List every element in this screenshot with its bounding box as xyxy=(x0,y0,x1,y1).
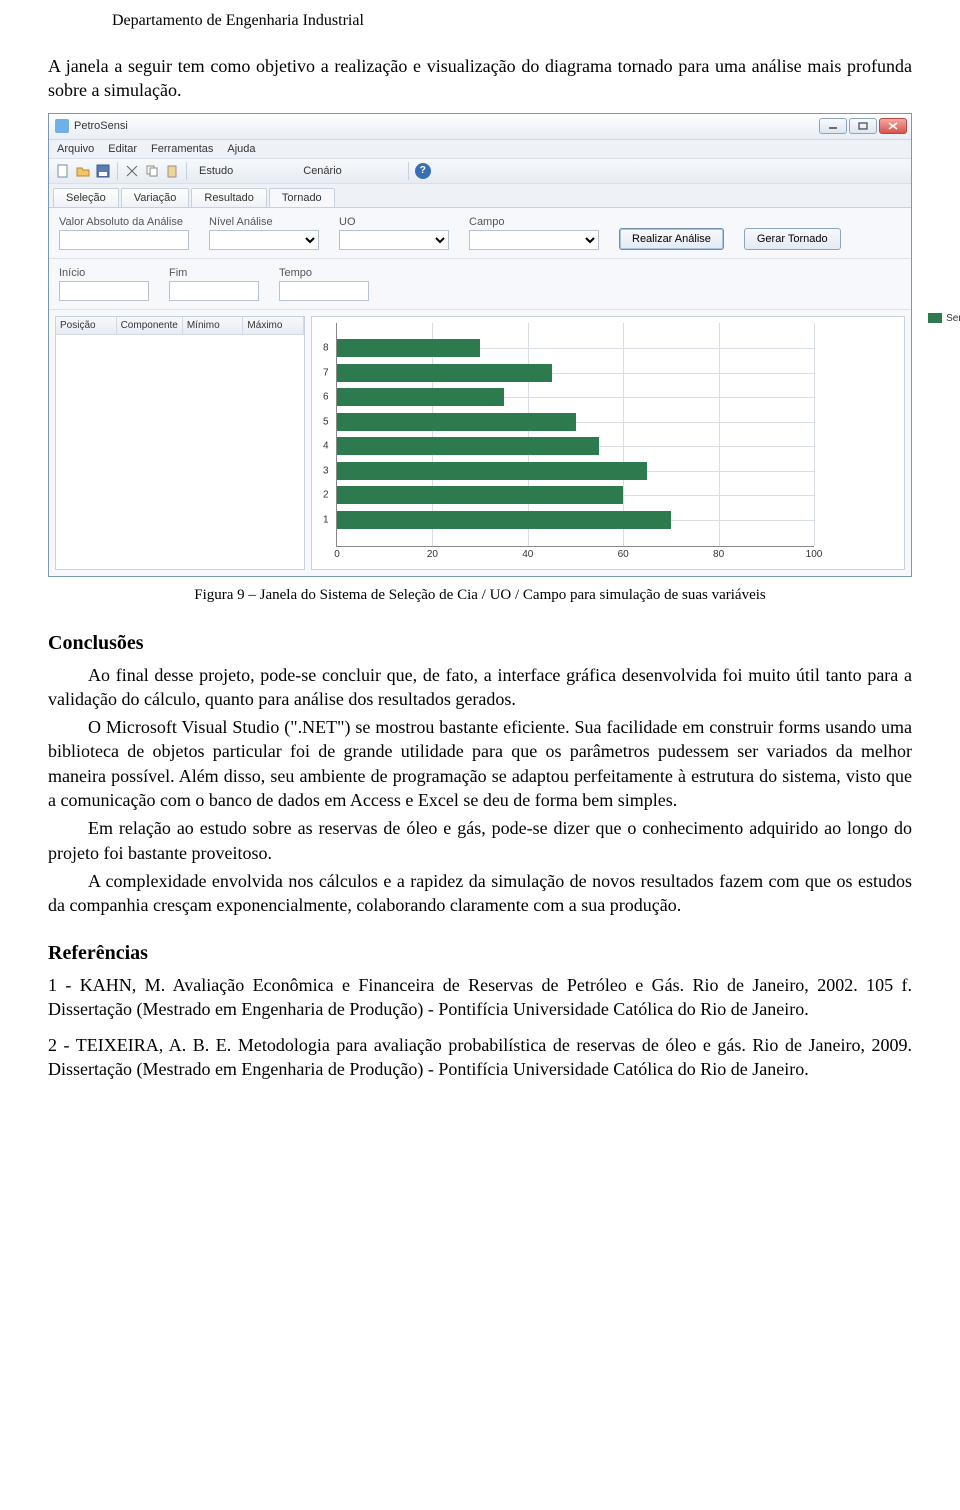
col-componente: Componente xyxy=(117,317,183,334)
gerar-tornado-button[interactable]: Gerar Tornado xyxy=(744,228,841,250)
label-campo: Campo xyxy=(469,216,599,228)
referencias-heading: Referências xyxy=(48,942,912,965)
label-fim: Fim xyxy=(169,267,259,279)
menu-ajuda[interactable]: Ajuda xyxy=(227,143,255,155)
grid-body[interactable] xyxy=(56,335,304,550)
tornado-chart: Series1 02040608010087654321 xyxy=(311,316,905,570)
reference-1: 1 - KAHN, M. Avaliação Econômica e Finan… xyxy=(48,973,912,1022)
reference-2: 2 - TEIXEIRA, A. B. E. Metodologia para … xyxy=(48,1033,912,1082)
y-tick: 4 xyxy=(323,441,329,452)
department-header: Departamento de Engenharia Industrial xyxy=(112,12,912,30)
label-valor-absoluto: Valor Absoluto da Análise xyxy=(59,216,189,228)
y-tick: 1 xyxy=(323,514,329,525)
titlebar: PetroSensi xyxy=(49,114,911,140)
col-minimo: Mínimo xyxy=(183,317,244,334)
x-tick: 20 xyxy=(427,549,438,560)
chart-bar xyxy=(337,413,576,431)
legend-label: Series1 xyxy=(946,313,960,324)
filter-panel-2: Início Fim Tempo xyxy=(49,259,911,310)
input-fim[interactable] xyxy=(169,281,259,301)
realizar-analise-button[interactable]: Realizar Análise xyxy=(619,228,724,250)
conclusoes-p3: Em relação ao estudo sobre as reservas d… xyxy=(48,816,912,865)
y-tick: 3 xyxy=(323,465,329,476)
label-inicio: Início xyxy=(59,267,149,279)
chart-bar xyxy=(337,339,480,357)
paste-icon[interactable] xyxy=(164,163,180,179)
minimize-button[interactable] xyxy=(819,118,847,134)
col-posicao: Posição xyxy=(56,317,117,334)
label-nivel-analise: Nível Análise xyxy=(209,216,319,228)
input-valor-absoluto[interactable] xyxy=(59,230,189,250)
y-tick: 8 xyxy=(323,343,329,354)
toolbar-label-estudo: Estudo xyxy=(199,165,233,177)
tab-selecao[interactable]: Seleção xyxy=(53,188,119,207)
maximize-button[interactable] xyxy=(849,118,877,134)
legend-swatch-icon xyxy=(928,313,942,323)
help-icon[interactable]: ? xyxy=(415,163,431,179)
x-tick: 60 xyxy=(618,549,629,560)
open-icon[interactable] xyxy=(75,163,91,179)
copy-icon[interactable] xyxy=(144,163,160,179)
app-icon xyxy=(55,119,69,133)
conclusoes-p4: A complexidade envolvida nos cálculos e … xyxy=(48,869,912,918)
new-icon[interactable] xyxy=(55,163,71,179)
label-uo: UO xyxy=(339,216,449,228)
chart-bar xyxy=(337,511,671,529)
y-tick: 2 xyxy=(323,490,329,501)
conclusoes-heading: Conclusões xyxy=(48,632,912,655)
chart-bar xyxy=(337,437,599,455)
x-tick: 80 xyxy=(713,549,724,560)
tab-variacao[interactable]: Variação xyxy=(121,188,190,207)
conclusoes-p2: O Microsoft Visual Studio (".NET") se mo… xyxy=(48,715,912,812)
select-campo[interactable] xyxy=(469,230,599,250)
app-window: PetroSensi Arquivo Editar Ferramentas Aj… xyxy=(48,113,912,577)
close-button[interactable] xyxy=(879,118,907,134)
tab-tornado[interactable]: Tornado xyxy=(269,188,335,207)
y-tick: 6 xyxy=(323,392,329,403)
toolbar: Estudo Cenário ? xyxy=(49,158,911,184)
select-uo[interactable] xyxy=(339,230,449,250)
x-tick: 0 xyxy=(334,549,340,560)
label-tempo: Tempo xyxy=(279,267,369,279)
filter-panel-1: Valor Absoluto da Análise Nível Análise … xyxy=(49,208,911,259)
intro-paragraph: A janela a seguir tem como objetivo a re… xyxy=(48,54,912,103)
chart-legend: Series1 xyxy=(928,313,960,324)
input-tempo[interactable] xyxy=(279,281,369,301)
y-tick: 5 xyxy=(323,416,329,427)
toolbar-separator xyxy=(408,162,409,180)
chart-bar xyxy=(337,388,504,406)
select-nivel-analise[interactable] xyxy=(209,230,319,250)
menubar: Arquivo Editar Ferramentas Ajuda xyxy=(49,140,911,158)
figure-caption: Figura 9 – Janela do Sistema de Seleção … xyxy=(48,587,912,604)
x-tick: 100 xyxy=(806,549,823,560)
menu-arquivo[interactable]: Arquivo xyxy=(57,143,94,155)
chart-bar xyxy=(337,486,623,504)
tab-resultado[interactable]: Resultado xyxy=(191,188,267,207)
col-maximo: Máximo xyxy=(243,317,304,334)
menu-ferramentas[interactable]: Ferramentas xyxy=(151,143,213,155)
chart-bar xyxy=(337,462,647,480)
conclusoes-p1: Ao final desse projeto, pode-se concluir… xyxy=(48,663,912,712)
window-title: PetroSensi xyxy=(74,120,128,132)
toolbar-label-cenario: Cenário xyxy=(303,165,342,177)
y-tick: 7 xyxy=(323,367,329,378)
toolbar-separator xyxy=(117,162,118,180)
cut-icon[interactable] xyxy=(124,163,140,179)
results-grid: Posição Componente Mínimo Máximo xyxy=(55,316,305,570)
chart-bar xyxy=(337,364,552,382)
menu-editar[interactable]: Editar xyxy=(108,143,137,155)
tab-strip: Seleção Variação Resultado Tornado xyxy=(49,184,911,208)
toolbar-separator xyxy=(186,162,187,180)
content-area: Posição Componente Mínimo Máximo Series1… xyxy=(49,310,911,576)
save-icon[interactable] xyxy=(95,163,111,179)
x-tick: 40 xyxy=(522,549,533,560)
input-inicio[interactable] xyxy=(59,281,149,301)
